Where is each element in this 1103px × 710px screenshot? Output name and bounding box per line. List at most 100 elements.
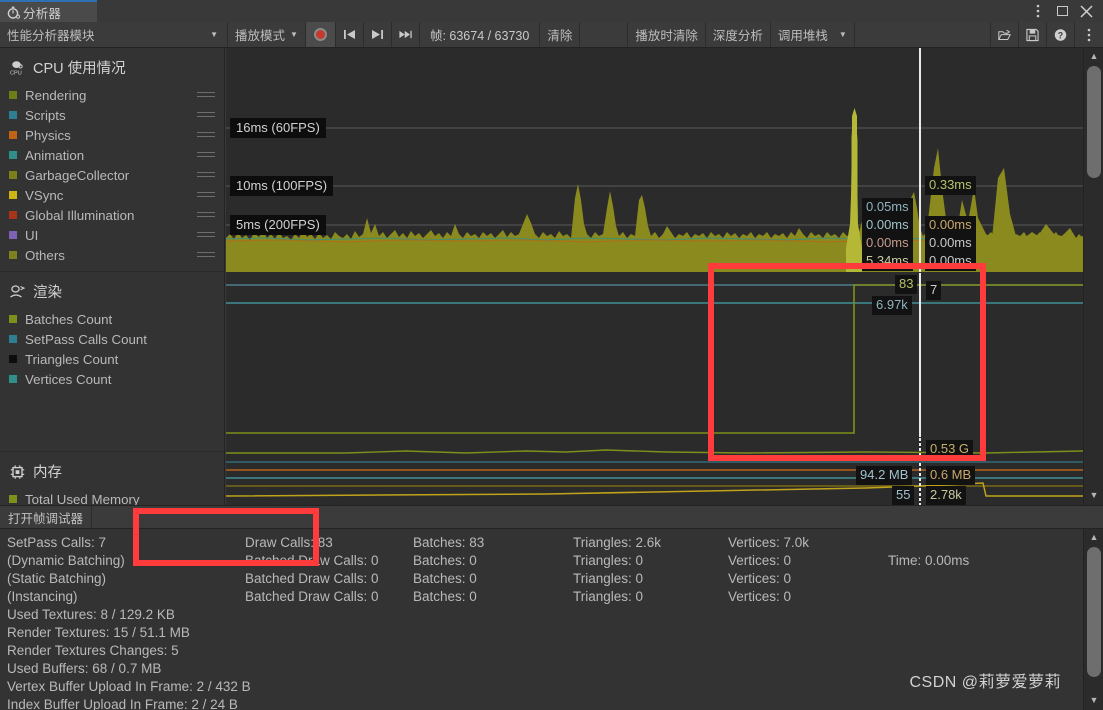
chart-row-others[interactable]: Others bbox=[0, 245, 224, 265]
tab-label: 分析器 bbox=[23, 6, 62, 21]
chart-row-setpass-calls-count[interactable]: SetPass Calls Count bbox=[0, 329, 224, 349]
chart-row-animation[interactable]: Animation bbox=[0, 145, 224, 165]
drag-handle-icon[interactable] bbox=[197, 252, 215, 259]
close-icon[interactable] bbox=[1077, 0, 1095, 22]
next-frame-button[interactable] bbox=[364, 22, 392, 47]
drag-handle-icon[interactable] bbox=[197, 232, 215, 239]
frame-playhead-rendering[interactable] bbox=[919, 273, 921, 437]
cpu-tooltip-right-0: 0.33ms bbox=[925, 176, 976, 195]
chart-row-garbagecollector[interactable]: GarbageCollector bbox=[0, 165, 224, 185]
scroll-down-icon[interactable]: ▼ bbox=[1088, 695, 1100, 707]
profiler-modules-dropdown[interactable]: 性能分析器模块 ▼ bbox=[0, 22, 228, 47]
stats-scrollbar[interactable]: ▲ ▼ bbox=[1083, 529, 1103, 710]
stat-cell: Batched Draw Calls: 0 bbox=[245, 588, 379, 604]
drag-handle-icon[interactable] bbox=[197, 92, 215, 99]
play-mode-dropdown[interactable]: 播放模式 ▼ bbox=[228, 22, 306, 47]
render-tooltip-vertices: 6.97k bbox=[872, 296, 912, 315]
stat-cell: (Static Batching) bbox=[7, 570, 107, 586]
cpu-tooltip-right-3: 0.00ms bbox=[925, 252, 976, 271]
chart-row-scripts[interactable]: Scripts bbox=[0, 105, 224, 125]
cpu-tooltip-right-1: 0.00ms bbox=[925, 216, 976, 235]
stat-cell: Batches: 0 bbox=[413, 552, 477, 568]
tab-profiler[interactable]: 分析器 bbox=[0, 0, 97, 22]
chart-label: Others bbox=[25, 247, 65, 263]
drag-handle-icon[interactable] bbox=[197, 132, 215, 139]
frame-playhead[interactable] bbox=[919, 48, 921, 272]
module-rendering-header: 渲染 bbox=[0, 277, 224, 309]
gridline-label-16ms: 16ms (60FPS) bbox=[230, 118, 326, 138]
memory-icon bbox=[9, 464, 26, 480]
stat-cell: SetPass Calls: 7 bbox=[7, 534, 107, 550]
stats-row: (Dynamic Batching) Batched Draw Calls: 0… bbox=[7, 551, 1083, 569]
record-button[interactable] bbox=[305, 22, 336, 47]
chart-label: Scripts bbox=[25, 107, 66, 123]
frame-playhead-memory[interactable] bbox=[919, 438, 921, 505]
stats-line: Index Buffer Upload In Frame: 2 / 24 B bbox=[7, 695, 1083, 710]
current-frame-button[interactable] bbox=[392, 22, 420, 47]
stat-cell: Triangles: 0 bbox=[573, 552, 644, 568]
chart-label: Triangles Count bbox=[25, 351, 119, 367]
stats-row: SetPass Calls: 7 Draw Calls: 83 Batches:… bbox=[7, 533, 1083, 551]
drag-handle-icon[interactable] bbox=[197, 172, 215, 179]
module-rendering[interactable]: 渲染 Batches Count SetPass Calls Count Tri… bbox=[0, 272, 224, 452]
chevron-down-icon: ▼ bbox=[210, 30, 218, 39]
swatch-global-illumination bbox=[9, 211, 17, 219]
profiler-modules-label: 性能分析器模块 bbox=[7, 29, 95, 43]
scroll-down-icon[interactable]: ▼ bbox=[1088, 490, 1100, 502]
stat-cell: Draw Calls: 83 bbox=[245, 534, 333, 550]
help-icon[interactable]: ? bbox=[1047, 22, 1075, 47]
toolbar-kebab-icon[interactable] bbox=[1075, 22, 1103, 47]
drag-handle-icon[interactable] bbox=[197, 192, 215, 199]
charts-area[interactable]: 16ms (60FPS) 10ms (100FPS) 5ms (200FPS) … bbox=[226, 48, 1083, 505]
chart-row-physics[interactable]: Physics bbox=[0, 125, 224, 145]
stat-cell: Batched Draw Calls: 0 bbox=[245, 570, 379, 586]
chevron-down-icon: ▼ bbox=[838, 30, 847, 39]
chart-label: Physics bbox=[25, 127, 71, 143]
call-stacks-label[interactable]: 调用堆栈 bbox=[771, 22, 832, 47]
module-list[interactable]: CPU CPU 使用情况 Rendering Scripts Physics A… bbox=[0, 48, 225, 505]
chart-row-global-illumination[interactable]: Global Illumination bbox=[0, 205, 224, 225]
first-frame-button[interactable] bbox=[336, 22, 364, 47]
chart-label: Vertices Count bbox=[25, 371, 112, 387]
stat-text: Vertex Buffer Upload In Frame: 2 / 432 B bbox=[7, 678, 251, 694]
save-profile-button[interactable] bbox=[1019, 22, 1047, 47]
charts-scroll-thumb[interactable] bbox=[1087, 66, 1101, 178]
drag-handle-icon[interactable] bbox=[197, 212, 215, 219]
chart-row-vsync[interactable]: VSync bbox=[0, 185, 224, 205]
rendering-chart[interactable]: 83 6.97k 7 bbox=[226, 273, 1083, 437]
chart-row-ui[interactable]: UI bbox=[0, 225, 224, 245]
open-frame-debugger-button[interactable]: 打开帧调试器 bbox=[0, 506, 93, 528]
maximize-icon[interactable] bbox=[1053, 0, 1071, 22]
cpu-tooltip-left-3: 5.34ms bbox=[862, 252, 913, 271]
chart-row-vertices-count[interactable]: Vertices Count bbox=[0, 369, 224, 389]
stats-scroll-thumb[interactable] bbox=[1087, 547, 1101, 677]
module-memory[interactable]: 内存 Total Used Memory bbox=[0, 452, 224, 505]
load-profile-button[interactable] bbox=[991, 22, 1019, 47]
window-menu-icon[interactable] bbox=[1029, 0, 1047, 22]
call-stacks-dropdown[interactable]: ▼ bbox=[832, 22, 855, 47]
scroll-up-icon[interactable]: ▲ bbox=[1088, 51, 1100, 63]
clear-button[interactable]: 清除 bbox=[540, 22, 581, 47]
charts-scrollbar[interactable]: ▲ ▼ bbox=[1083, 48, 1103, 505]
memory-chart[interactable]: 0.53 G 94.2 MB 0.6 MB 55 2.78k bbox=[226, 438, 1083, 505]
drag-handle-icon[interactable] bbox=[197, 112, 215, 119]
chart-row-rendering[interactable]: Rendering bbox=[0, 85, 224, 105]
stat-cell: Triangles: 2.6k bbox=[573, 534, 662, 550]
deep-profile-toggle[interactable]: 深度分析 bbox=[706, 22, 771, 47]
stat-text: Render Textures: 15 / 51.1 MB bbox=[7, 624, 190, 640]
chart-row-batches-count[interactable]: Batches Count bbox=[0, 309, 224, 329]
swatch-vertices-count bbox=[9, 375, 17, 383]
frame-debugger-strip: 打开帧调试器 bbox=[0, 505, 1103, 529]
memory-tooltip-right-1: 0.6 MB bbox=[926, 466, 976, 485]
chart-row-triangles-count[interactable]: Triangles Count bbox=[0, 349, 224, 369]
stats-row: (Instancing) Batched Draw Calls: 0 Batch… bbox=[7, 587, 1083, 605]
cpu-usage-chart[interactable]: 16ms (60FPS) 10ms (100FPS) 5ms (200FPS) … bbox=[226, 48, 1083, 272]
chart-label: Global Illumination bbox=[25, 207, 135, 223]
clear-on-play-toggle[interactable]: 播放时清除 bbox=[628, 22, 706, 47]
scroll-up-icon[interactable]: ▲ bbox=[1088, 532, 1100, 544]
module-cpu[interactable]: CPU CPU 使用情况 Rendering Scripts Physics A… bbox=[0, 48, 224, 272]
stat-cell: Triangles: 0 bbox=[573, 570, 644, 586]
gridline-label-10ms: 10ms (100FPS) bbox=[230, 176, 334, 196]
drag-handle-icon[interactable] bbox=[197, 152, 215, 159]
chart-row-total-used-memory[interactable]: Total Used Memory bbox=[0, 489, 224, 505]
